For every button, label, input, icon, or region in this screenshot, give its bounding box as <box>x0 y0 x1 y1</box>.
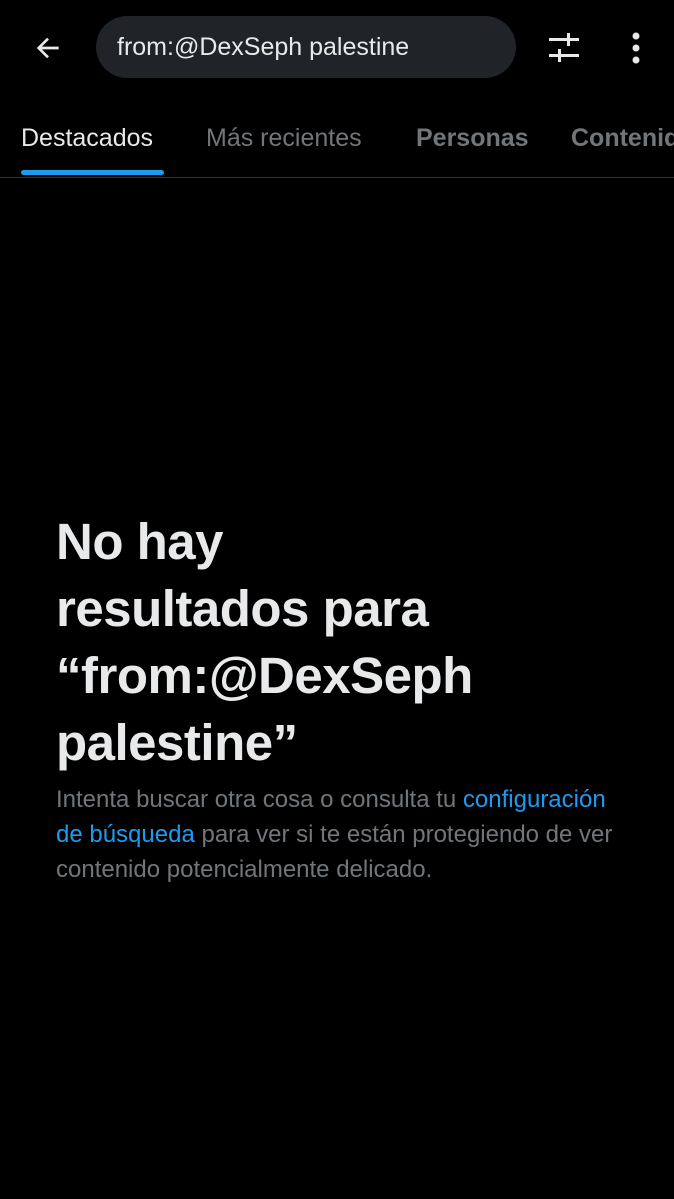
tab-label: Más recientes <box>206 124 362 152</box>
empty-state-description: Intenta buscar otra cosa o consulta tu c… <box>56 782 626 887</box>
tab-label: Personas <box>416 124 529 152</box>
empty-body-text: Intenta buscar otra cosa o consulta tu <box>56 786 463 813</box>
search-tabs: Destacados Más recientes Personas Conten… <box>0 100 674 178</box>
tab-contenido[interactable]: Contenido <box>571 100 674 177</box>
vertical-ellipsis-icon <box>632 32 640 64</box>
empty-state: No hay resultados para “from:@DexSeph pa… <box>56 508 626 887</box>
arrow-left-icon <box>36 37 59 59</box>
tab-label: Destacados <box>21 124 154 152</box>
search-input[interactable] <box>117 32 516 62</box>
search-box[interactable] <box>96 16 516 78</box>
empty-title-line: resultados para <box>56 580 429 637</box>
tab-label: Contenido <box>571 124 674 152</box>
empty-title-line: palestine” <box>56 714 298 771</box>
empty-state-title: No hay resultados para “from:@DexSeph pa… <box>56 508 626 776</box>
tab-personas[interactable]: Personas <box>416 100 529 177</box>
more-options-button[interactable] <box>612 24 660 72</box>
active-tab-indicator <box>21 170 164 175</box>
tab-mas-recientes[interactable]: Más recientes <box>206 100 362 177</box>
empty-title-line: No hay <box>56 513 224 570</box>
back-button[interactable] <box>20 24 76 72</box>
sliders-icon <box>549 33 579 62</box>
search-results-page: Destacados Más recientes Personas Conten… <box>0 0 674 1199</box>
top-bar <box>0 0 674 96</box>
search-filters-button[interactable] <box>540 24 588 72</box>
empty-title-line: “from:@DexSeph <box>56 647 473 704</box>
tab-destacados[interactable]: Destacados <box>21 100 153 177</box>
